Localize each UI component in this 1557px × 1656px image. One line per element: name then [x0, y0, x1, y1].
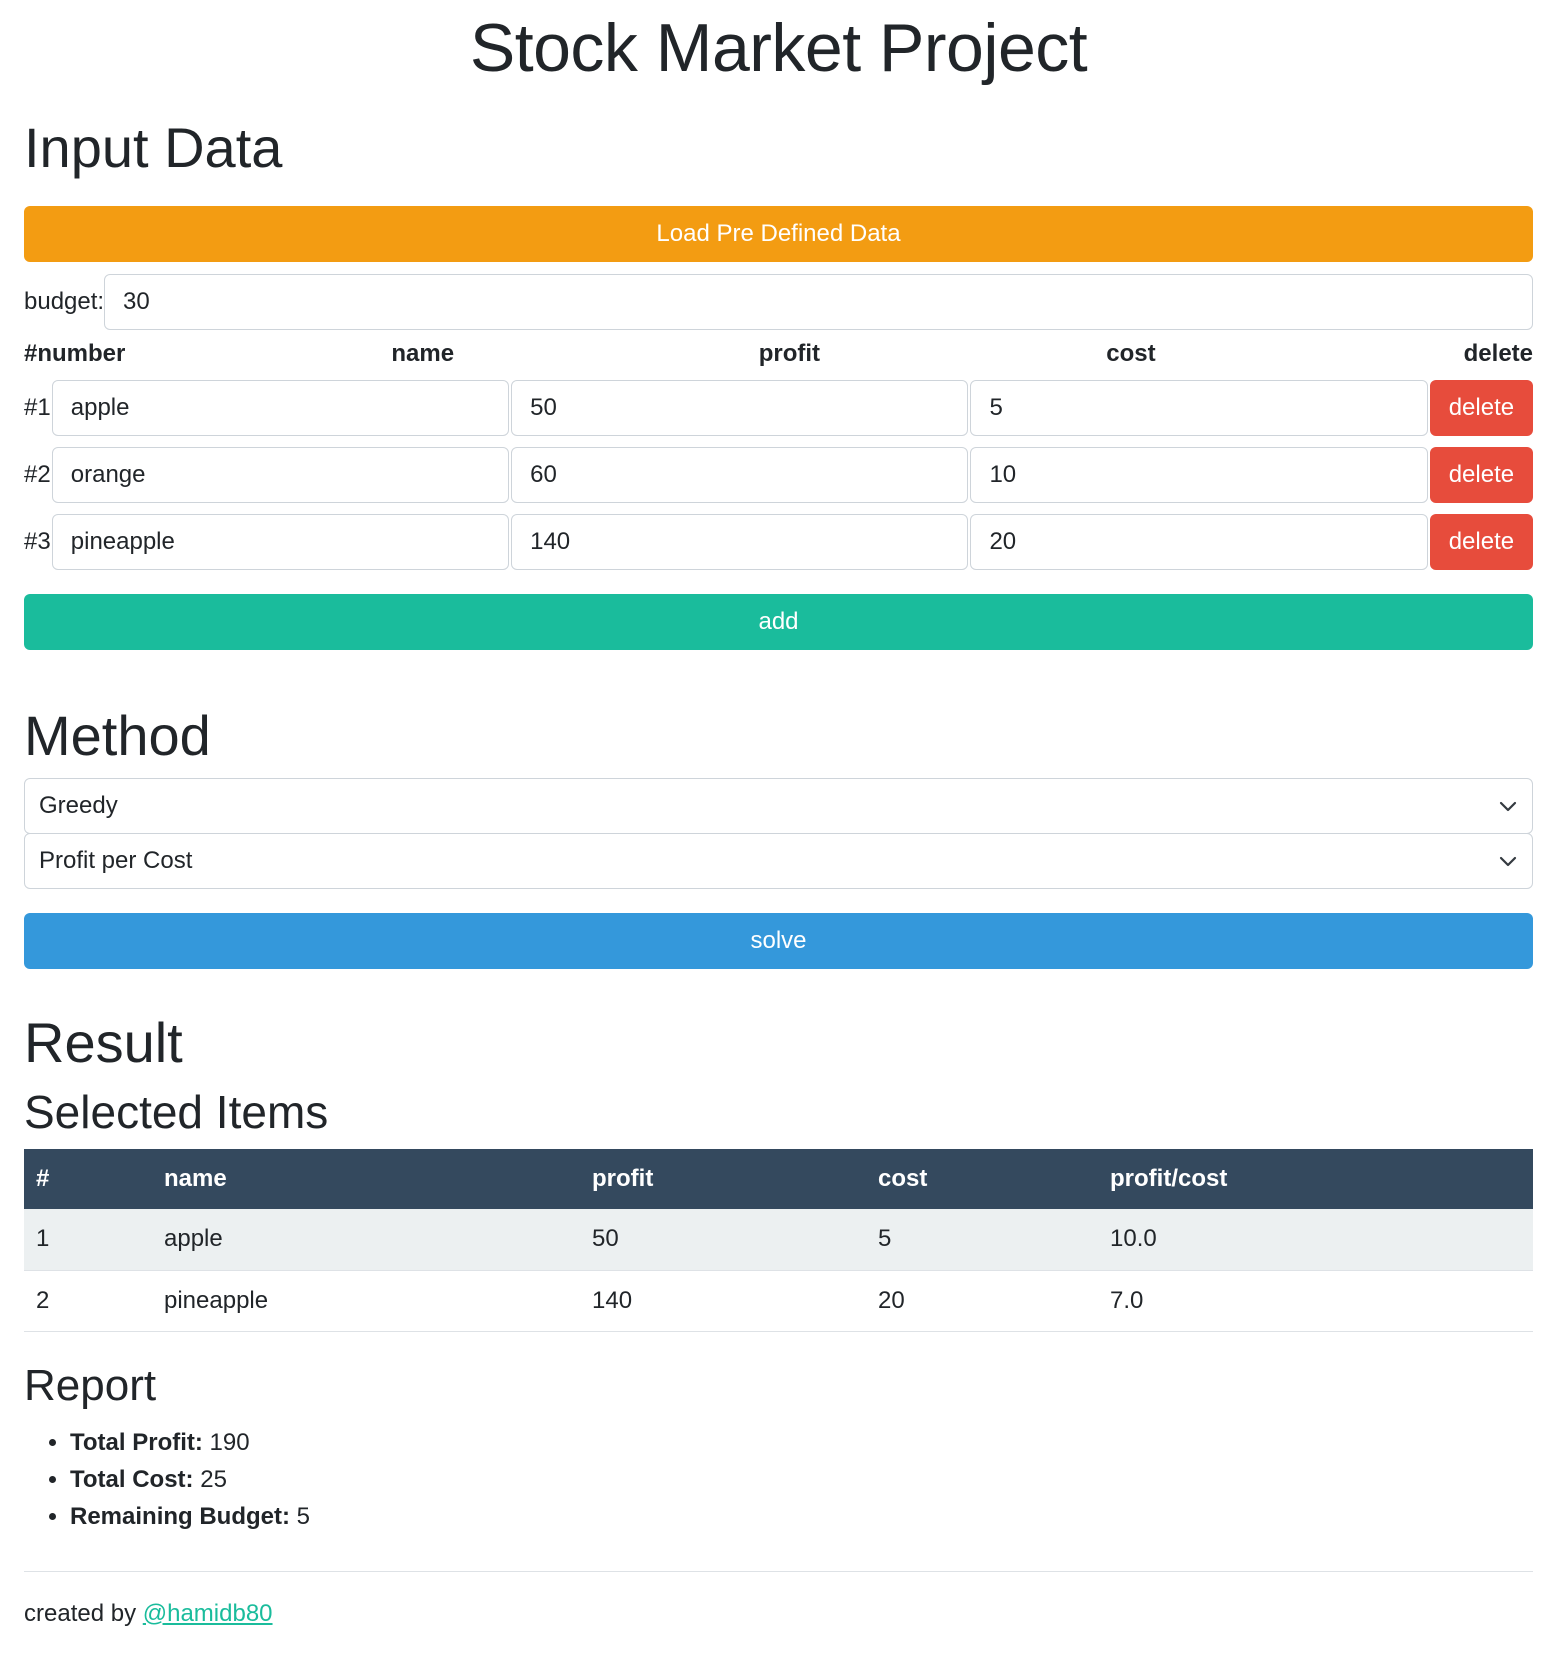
header-profit: profit — [758, 340, 821, 367]
algorithm-select-value: Greedy — [39, 792, 118, 819]
cell-cost: 5 — [866, 1209, 1098, 1271]
item-name-input[interactable] — [51, 514, 510, 570]
app-container: Stock Market Project Input Data Load Pre… — [0, 0, 1557, 1628]
col-cost: cost — [866, 1149, 1098, 1209]
report-value: 190 — [209, 1428, 250, 1456]
cell-profit-per-cost: 7.0 — [1098, 1270, 1533, 1332]
result-heading: Result — [24, 1011, 183, 1074]
report-list: Total Profit: 190 Total Cost: 25 Remaini… — [24, 1424, 1533, 1535]
report-heading: Report — [24, 1360, 157, 1410]
input-heading: Input Data — [24, 116, 283, 179]
item-profit-input[interactable] — [511, 380, 969, 436]
item-row: #1 delete — [24, 380, 1533, 436]
page-title: Stock Market Project — [469, 10, 1088, 86]
input-section: Input Data Load Pre Defined Data budget:… — [24, 120, 1533, 650]
cell-profit-per-cost: 10.0 — [1098, 1209, 1533, 1271]
budget-row: budget: — [24, 274, 1533, 330]
method-heading: Method — [24, 704, 211, 767]
item-profit-input[interactable] — [511, 514, 969, 570]
item-cost-input[interactable] — [970, 380, 1428, 436]
cell-name: pineapple — [152, 1270, 580, 1332]
table-header-row: # name profit cost profit/cost — [24, 1149, 1533, 1209]
method-section: Method Greedy Profit per Cost solve — [24, 708, 1533, 969]
cell-index: 1 — [24, 1209, 152, 1271]
item-cost-input[interactable] — [970, 514, 1428, 570]
report-value: 5 — [296, 1502, 311, 1530]
add-item-button[interactable]: add — [24, 594, 1533, 650]
cell-profit: 50 — [580, 1209, 866, 1271]
col-name: name — [152, 1149, 580, 1209]
delete-item-button[interactable]: delete — [1429, 514, 1533, 570]
criterion-select-value: Profit per Cost — [39, 847, 193, 874]
header-name: name — [391, 340, 455, 367]
table-row: 1 apple 50 5 10.0 — [24, 1209, 1533, 1271]
delete-item-button[interactable]: delete — [1429, 447, 1533, 503]
budget-label: budget: — [24, 288, 105, 315]
header-cost: cost — [1106, 340, 1156, 367]
report-label: Total Profit: — [70, 1428, 203, 1456]
selected-items-heading: Selected Items — [24, 1086, 329, 1138]
report-value: 25 — [200, 1465, 227, 1493]
cell-name: apple — [152, 1209, 580, 1271]
report-remaining-budget: Remaining Budget: 5 — [70, 1498, 1533, 1535]
item-index: #2 — [24, 461, 51, 488]
items-header-row: #number name profit cost delete — [24, 336, 1533, 372]
criterion-select[interactable]: Profit per Cost — [24, 833, 1533, 889]
item-name-input[interactable] — [51, 380, 510, 436]
item-row: #2 delete — [24, 447, 1533, 503]
report-label: Total Cost: — [70, 1465, 194, 1493]
cell-cost: 20 — [866, 1270, 1098, 1332]
item-name-input[interactable] — [51, 447, 510, 503]
author-link[interactable]: @hamidb80 — [143, 1600, 273, 1627]
algorithm-select[interactable]: Greedy — [24, 778, 1533, 834]
selected-items-table: # name profit cost profit/cost 1 apple 5… — [24, 1149, 1533, 1332]
delete-item-button[interactable]: delete — [1429, 380, 1533, 436]
load-predefined-button[interactable]: Load Pre Defined Data — [24, 206, 1533, 262]
footer: created by @hamidb80 — [24, 1600, 1533, 1628]
budget-input[interactable] — [104, 274, 1533, 330]
report-total-cost: Total Cost: 25 — [70, 1461, 1533, 1498]
item-row: #3 delete — [24, 514, 1533, 570]
header-number: #number — [24, 340, 126, 367]
item-index: #3 — [24, 528, 51, 555]
item-profit-input[interactable] — [511, 447, 969, 503]
header-delete: delete — [1463, 340, 1534, 367]
result-section: Result Selected Items # name profit cost… — [24, 1015, 1533, 1535]
report-label: Remaining Budget: — [70, 1502, 290, 1530]
col-profit: profit — [580, 1149, 866, 1209]
footer-text: created by — [24, 1599, 137, 1627]
item-index: #1 — [24, 394, 51, 421]
table-row: 2 pineapple 140 20 7.0 — [24, 1270, 1533, 1332]
solve-button[interactable]: solve — [24, 913, 1533, 969]
footer-divider — [24, 1570, 1533, 1572]
col-profit-per-cost: profit/cost — [1098, 1149, 1533, 1209]
col-index: # — [24, 1149, 152, 1209]
cell-profit: 140 — [580, 1270, 866, 1332]
report-total-profit: Total Profit: 190 — [70, 1424, 1533, 1461]
chevron-down-icon — [1499, 801, 1517, 812]
chevron-down-icon — [1499, 856, 1517, 867]
cell-index: 2 — [24, 1270, 152, 1332]
item-cost-input[interactable] — [970, 447, 1428, 503]
